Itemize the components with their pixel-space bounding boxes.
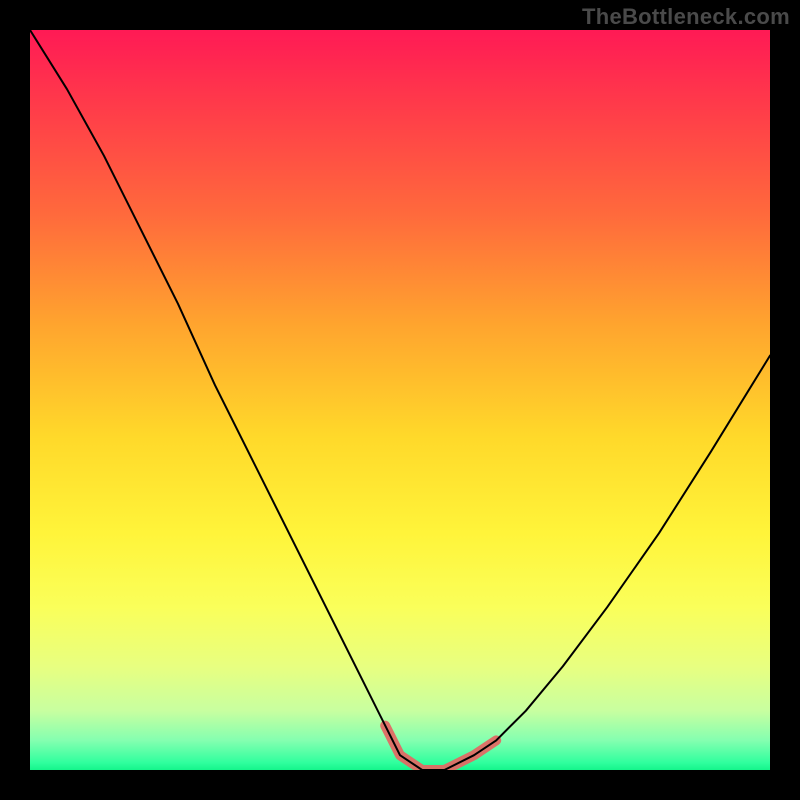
plot-area bbox=[30, 30, 770, 770]
curve-main bbox=[30, 30, 770, 770]
curve-highlight bbox=[385, 726, 496, 770]
chart-stage: TheBottleneck.com bbox=[0, 0, 800, 800]
watermark-label: TheBottleneck.com bbox=[582, 4, 790, 30]
curve-svg bbox=[30, 30, 770, 770]
